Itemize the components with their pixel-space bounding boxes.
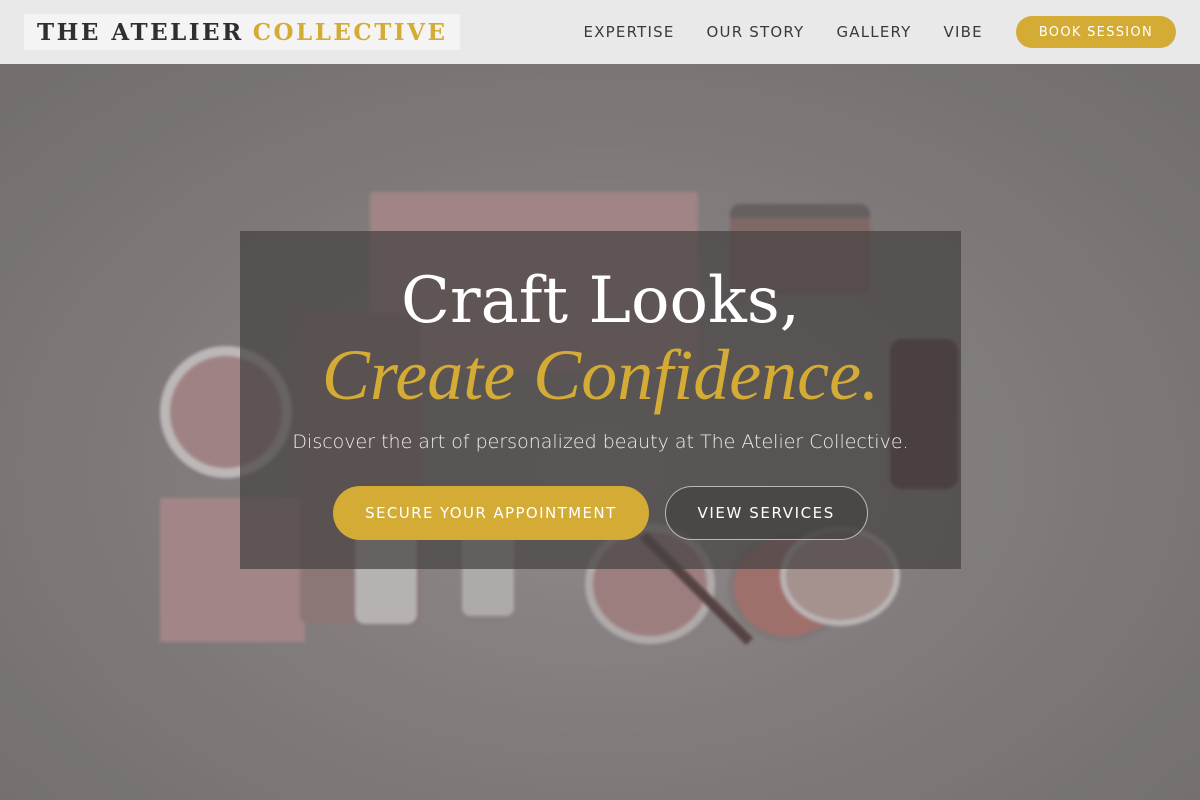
hero-title-line1: Craft Looks, bbox=[401, 264, 800, 338]
site-header: THE ATELIER COLLECTIVE EXPERTISE OUR STO… bbox=[0, 0, 1200, 64]
logo[interactable]: THE ATELIER COLLECTIVE bbox=[24, 14, 461, 50]
book-session-button[interactable]: BOOK SESSION bbox=[1015, 16, 1176, 48]
hero-panel: Craft Looks, Create Confidence. Discover… bbox=[240, 231, 961, 569]
main-nav: EXPERTISE OUR STORY GALLERY VIBE BOOK SE… bbox=[552, 16, 1176, 48]
nav-link-expertise[interactable]: EXPERTISE bbox=[584, 23, 675, 41]
nav-link-our-story[interactable]: OUR STORY bbox=[707, 23, 805, 41]
hero-subtitle: Discover the art of personalized beauty … bbox=[292, 431, 909, 453]
logo-main-text: THE ATELIER bbox=[37, 18, 244, 46]
hero-title-line2: Create Confidence. bbox=[321, 335, 880, 415]
secure-appointment-button[interactable]: SECURE YOUR APPOINTMENT bbox=[333, 486, 649, 540]
hero-cta-row: SECURE YOUR APPOINTMENT VIEW SERVICES bbox=[240, 486, 961, 540]
nav-link-vibe[interactable]: VIBE bbox=[944, 23, 983, 41]
nav-link-gallery[interactable]: GALLERY bbox=[836, 23, 911, 41]
view-services-button[interactable]: VIEW SERVICES bbox=[664, 486, 868, 540]
logo-accent-text: COLLECTIVE bbox=[252, 18, 448, 46]
